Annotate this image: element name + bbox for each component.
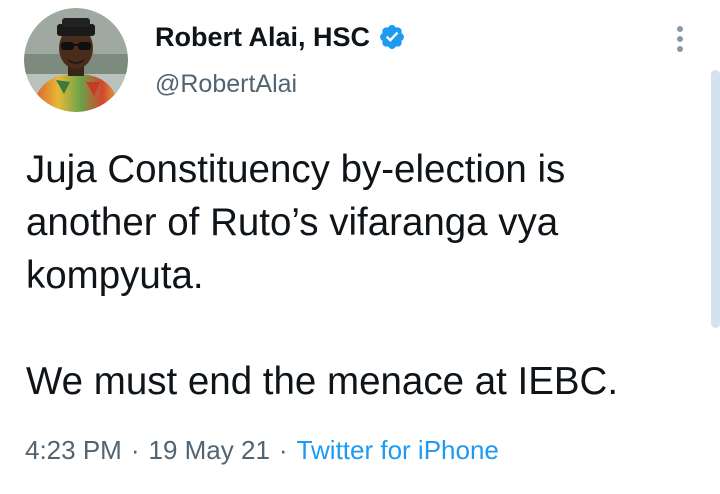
author-display-name[interactable]: Robert Alai, HSC	[155, 22, 370, 53]
separator-dot: ·	[278, 434, 288, 465]
scrollbar[interactable]	[711, 70, 720, 328]
separator-dot: ·	[130, 434, 140, 465]
more-options-button[interactable]	[664, 22, 696, 56]
tweet-date[interactable]: 19 May 21	[149, 435, 270, 466]
tweet-line: kompyuta.	[26, 254, 204, 297]
more-vertical-icon	[677, 26, 683, 52]
tweet-line: We must end the menace at IEBC.	[26, 360, 619, 403]
user-avatar-photo	[24, 8, 128, 112]
tweet-time[interactable]: 4:23 PM	[25, 435, 122, 466]
avatar[interactable]	[24, 8, 128, 112]
author-name-row: Robert Alai, HSC	[155, 20, 406, 54]
verified-badge-icon	[378, 23, 406, 51]
tweet-metadata: 4:23 PM · 19 May 21 · Twitter for iPhone	[25, 432, 499, 468]
tweet-text: Juja Constituency by-election is another…	[26, 143, 706, 408]
tweet-line: another of Ruto’s vifaranga vya	[26, 201, 559, 244]
tweet-source-link[interactable]: Twitter for iPhone	[297, 435, 499, 466]
tweet-line: Juja Constituency by-election is	[26, 148, 566, 191]
author-handle[interactable]: @RobertAlai	[155, 70, 297, 99]
